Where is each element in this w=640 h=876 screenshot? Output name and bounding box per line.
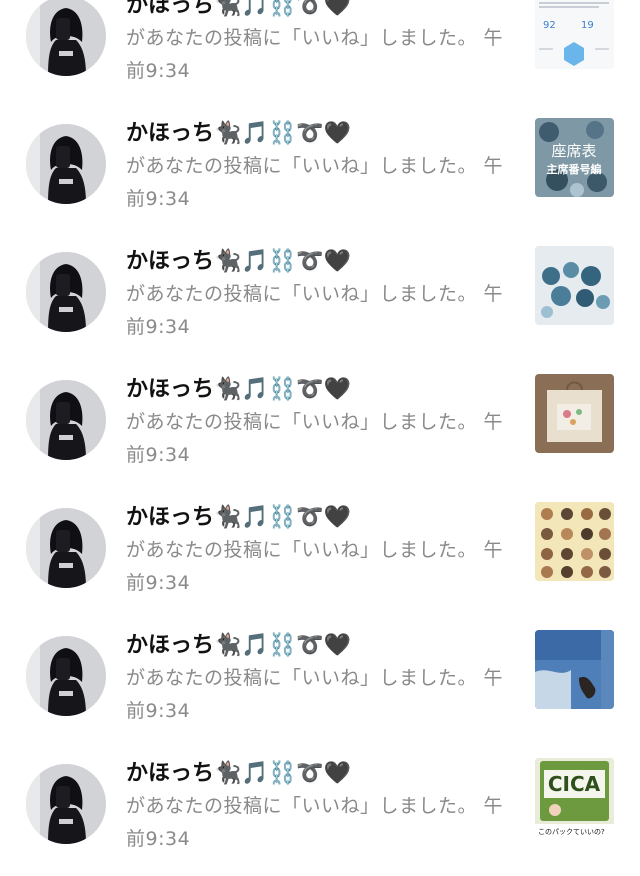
avatar[interactable]	[26, 508, 106, 588]
thumb-caption: このパックていいの?	[538, 828, 605, 836]
thumb-number-left: 92	[543, 20, 556, 31]
post-thumbnail[interactable]: 座席表 主席番号編	[535, 118, 614, 197]
user-name[interactable]: かほっち🐈‍⬛🎵⛓️➰🖤	[126, 0, 504, 22]
notification-message: があなたの投稿に「いいね」しました。 午前9:34	[126, 27, 504, 82]
user-name[interactable]: かほっち🐈‍⬛🎵⛓️➰🖤	[126, 502, 504, 534]
user-name[interactable]: かほっち🐈‍⬛🎵⛓️➰🖤	[126, 630, 504, 662]
post-thumbnail[interactable]	[535, 246, 614, 325]
post-thumbnail[interactable]	[535, 630, 614, 709]
notification-list: かほっち🐈‍⬛🎵⛓️➰🖤 があなたの投稿に「いいね」しました。 午前9:34 9…	[0, 0, 640, 876]
notification-item[interactable]: かほっち🐈‍⬛🎵⛓️➰🖤 があなたの投稿に「いいね」しました。 午前9:34 C…	[0, 748, 640, 876]
notification-item[interactable]: かほっち🐈‍⬛🎵⛓️➰🖤 があなたの投稿に「いいね」しました。 午前9:34	[0, 492, 640, 620]
notification-item[interactable]: かほっち🐈‍⬛🎵⛓️➰🖤 があなたの投稿に「いいね」しました。 午前9:34 座…	[0, 108, 640, 236]
user-name[interactable]: かほっち🐈‍⬛🎵⛓️➰🖤	[126, 374, 504, 406]
thumb-brand: CICA	[548, 772, 601, 796]
post-thumbnail[interactable]: CICA このパックていいの?	[535, 758, 614, 837]
notification-message: があなたの投稿に「いいね」しました。 午前9:34	[126, 667, 504, 722]
notification-message: があなたの投稿に「いいね」しました。 午前9:34	[126, 795, 504, 850]
post-thumbnail[interactable]	[535, 502, 614, 581]
avatar[interactable]	[26, 636, 106, 716]
thumb-subtitle: 主席番号編	[547, 162, 602, 176]
avatar[interactable]	[26, 0, 106, 76]
user-name[interactable]: かほっち🐈‍⬛🎵⛓️➰🖤	[126, 758, 504, 790]
notification-message: があなたの投稿に「いいね」しました。 午前9:34	[126, 155, 504, 210]
notification-item[interactable]: かほっち🐈‍⬛🎵⛓️➰🖤 があなたの投稿に「いいね」しました。 午前9:34 9…	[0, 0, 640, 108]
thumb-number-right: 19	[581, 20, 594, 31]
user-name[interactable]: かほっち🐈‍⬛🎵⛓️➰🖤	[126, 246, 504, 278]
avatar[interactable]	[26, 380, 106, 460]
notification-message: があなたの投稿に「いいね」しました。 午前9:34	[126, 539, 504, 594]
user-name[interactable]: かほっち🐈‍⬛🎵⛓️➰🖤	[126, 118, 504, 150]
notification-item[interactable]: かほっち🐈‍⬛🎵⛓️➰🖤 があなたの投稿に「いいね」しました。 午前9:34	[0, 620, 640, 748]
notification-item[interactable]: かほっち🐈‍⬛🎵⛓️➰🖤 があなたの投稿に「いいね」しました。 午前9:34	[0, 364, 640, 492]
post-thumbnail[interactable]	[535, 374, 614, 453]
post-thumbnail[interactable]: 92 19	[535, 0, 614, 69]
notification-item[interactable]: かほっち🐈‍⬛🎵⛓️➰🖤 があなたの投稿に「いいね」しました。 午前9:34	[0, 236, 640, 364]
avatar[interactable]	[26, 252, 106, 332]
notification-message: があなたの投稿に「いいね」しました。 午前9:34	[126, 411, 504, 466]
avatar[interactable]	[26, 124, 106, 204]
avatar[interactable]	[26, 764, 106, 844]
thumb-title: 座席表	[551, 142, 596, 160]
notification-message: があなたの投稿に「いいね」しました。 午前9:34	[126, 283, 504, 338]
